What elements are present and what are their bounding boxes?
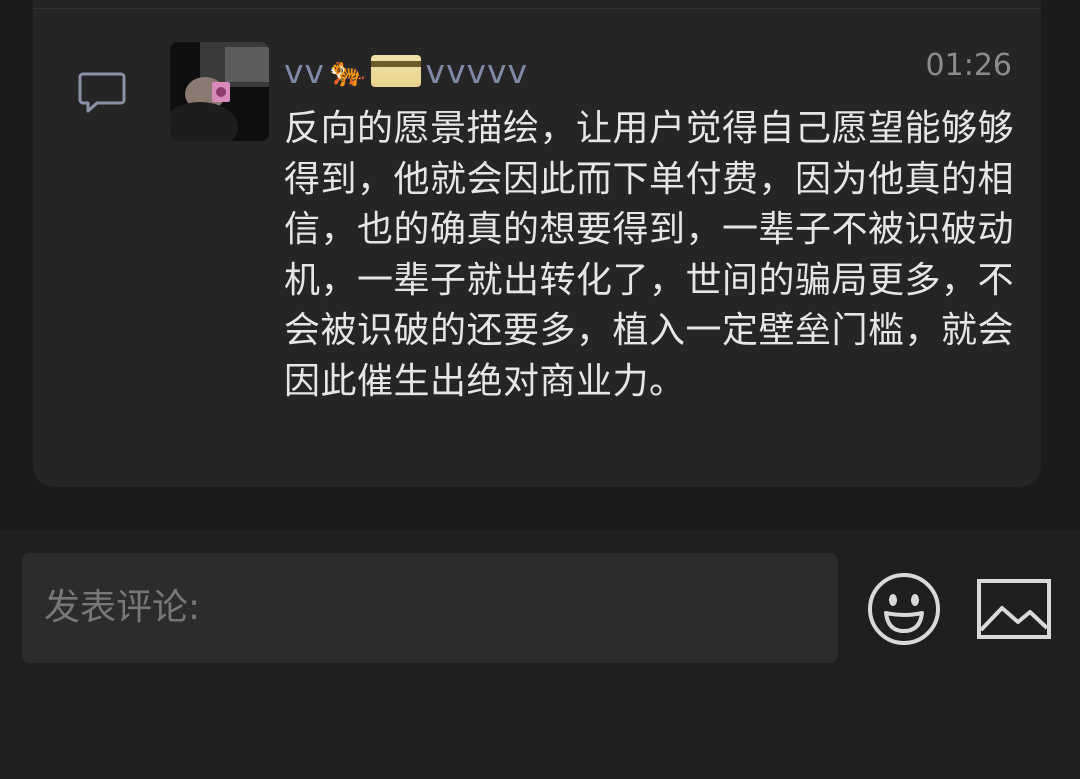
smiley-icon[interactable] — [866, 571, 942, 647]
username[interactable]: vv 🐅 vvvvv — [284, 46, 528, 96]
card-emoji — [371, 55, 422, 87]
username-prefix: vv — [284, 51, 326, 91]
divider — [33, 8, 1041, 9]
username-suffix: vvvvv — [425, 51, 529, 91]
tiger-emoji: 🐅 — [329, 53, 368, 89]
image-icon[interactable] — [976, 578, 1052, 640]
comment-input[interactable] — [22, 553, 838, 663]
comment-text: 反向的愿景描绘，让用户觉得自己愿望能够够得到，他就会因此而下单付费，因为他真的相… — [284, 108, 1015, 402]
avatar[interactable] — [170, 42, 269, 141]
comment-icon[interactable] — [77, 70, 127, 114]
avatar-image — [170, 42, 269, 141]
post-time: 01:26 — [925, 48, 1012, 83]
